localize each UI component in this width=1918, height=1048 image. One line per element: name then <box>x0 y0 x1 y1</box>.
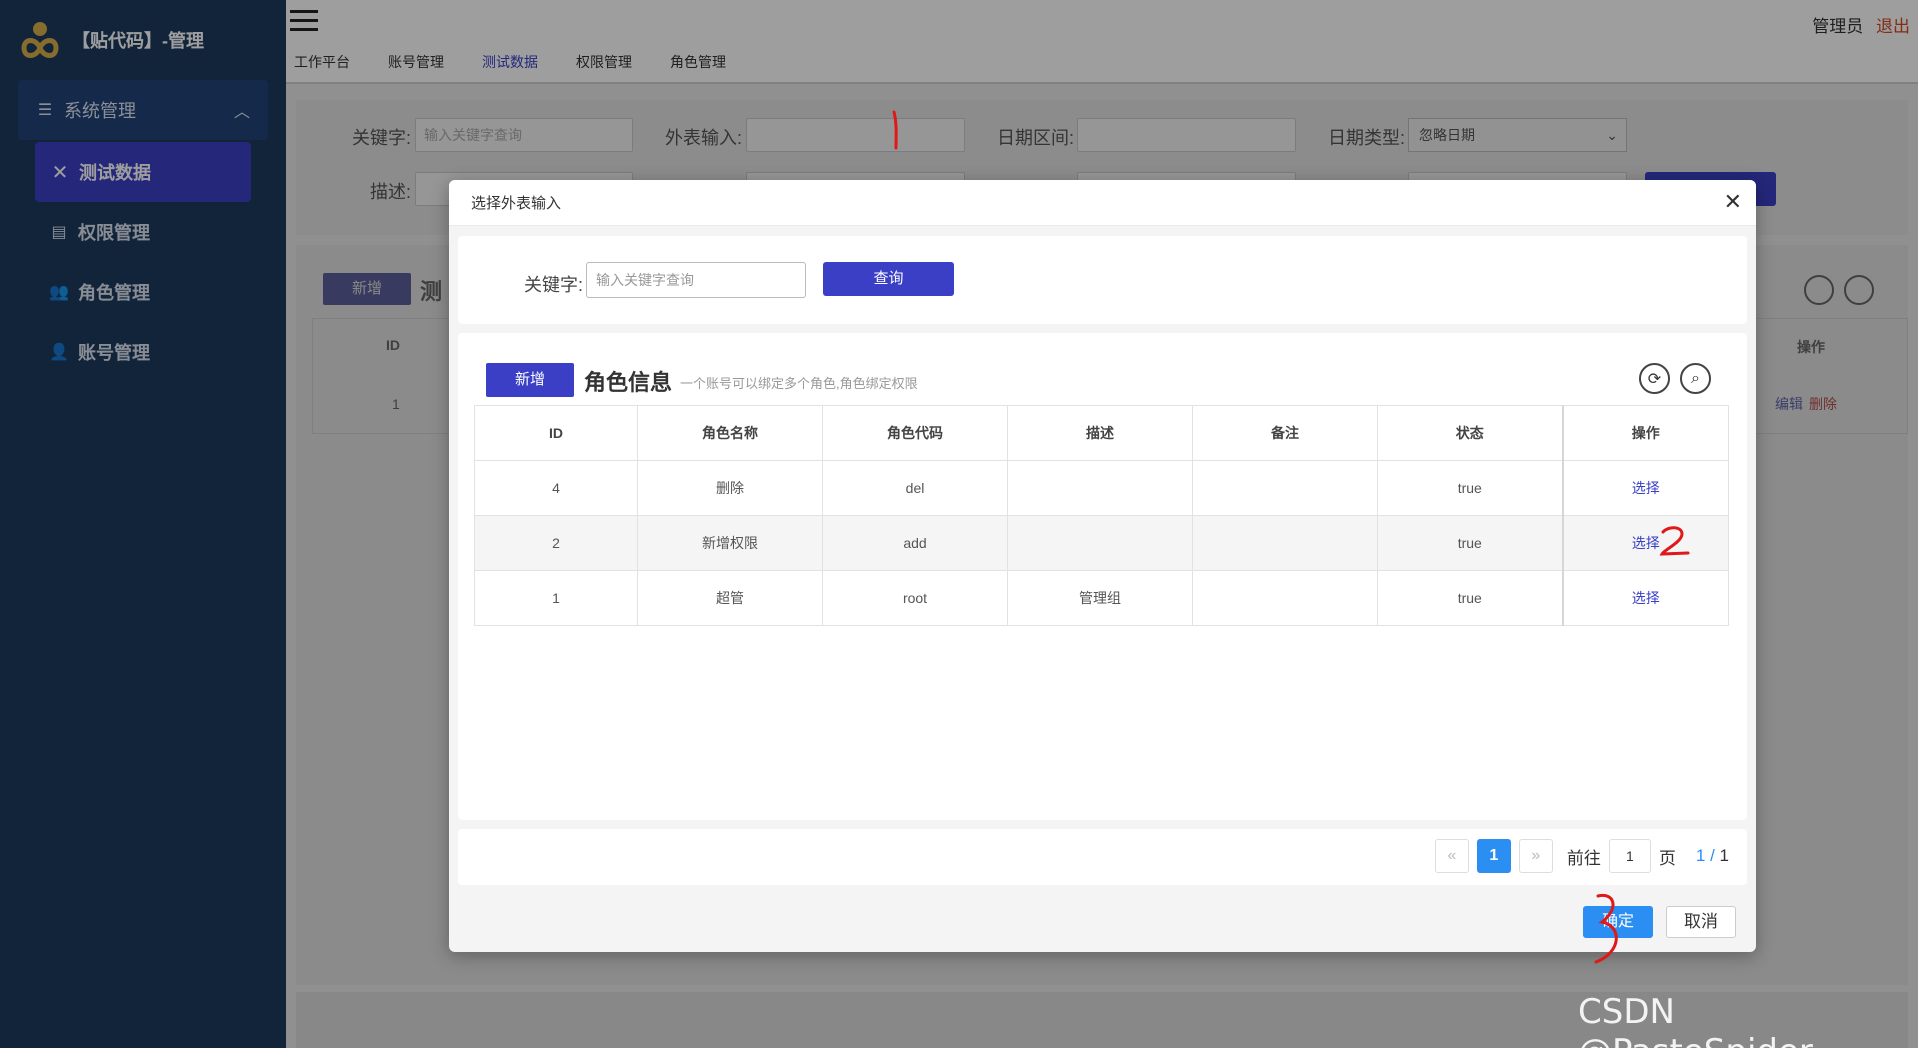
table-row: 4 删除 del true 选择 <box>474 460 1729 516</box>
cell-name: 新增权限 <box>637 515 823 571</box>
modal-keyword-input[interactable]: 输入关键字查询 <box>586 262 806 298</box>
cell-desc: 管理组 <box>1007 570 1193 626</box>
select-link[interactable]: 选择 <box>1561 460 1729 516</box>
modal-pagination-panel: « 1 » 前往 1 页 1 / 1 <box>458 829 1747 885</box>
select-link[interactable]: 选择 <box>1561 515 1729 571</box>
modal-new-button[interactable]: 新增 <box>486 363 574 397</box>
col-id: ID <box>474 405 638 461</box>
watermark: CSDN @PasteSpider <box>1578 992 1813 1048</box>
cell-status: true <box>1377 570 1563 626</box>
pagination: « 1 » 前往 1 页 1 / 1 <box>1434 839 1729 873</box>
cell-code: del <box>822 460 1008 516</box>
cell-name: 超管 <box>637 570 823 626</box>
cell-remark <box>1192 570 1378 626</box>
table-header-row: ID 角色名称 角色代码 描述 备注 状态 操作 <box>474 405 1729 461</box>
close-icon[interactable]: ✕ <box>1724 191 1742 213</box>
select-foreign-modal: 选择外表输入 ✕ 关键字: 输入关键字查询 查询 新增 角色信息 一个账号可以绑… <box>449 180 1756 952</box>
modal-query-button[interactable]: 查询 <box>823 262 954 296</box>
cell-name: 删除 <box>637 460 823 516</box>
table-row: 2 新增权限 add true 选择 <box>474 515 1729 571</box>
confirm-button[interactable]: 确定 <box>1583 906 1653 938</box>
next-page-button[interactable]: » <box>1518 839 1553 873</box>
col-op: 操作 <box>1561 405 1729 461</box>
col-role-name: 角色名称 <box>637 405 823 461</box>
modal-header: 选择外表输入 <box>449 180 1756 226</box>
cell-remark <box>1192 460 1378 516</box>
modal-list-title: 角色信息 <box>584 370 673 395</box>
modal-keyword-label: 关键字: <box>524 275 584 295</box>
search-icon[interactable]: ⌕ <box>1680 363 1711 394</box>
cancel-button[interactable]: 取消 <box>1666 906 1736 938</box>
cell-code: add <box>822 515 1008 571</box>
col-remark: 备注 <box>1192 405 1378 461</box>
page-label: 页 <box>1658 848 1676 868</box>
cell-status: true <box>1377 515 1563 571</box>
cell-id: 1 <box>474 570 638 626</box>
refresh-icon[interactable]: ⟳ <box>1639 363 1670 394</box>
cell-remark <box>1192 515 1378 571</box>
cell-id: 2 <box>474 515 638 571</box>
modal-list-panel: 新增 角色信息 一个账号可以绑定多个角色,角色绑定权限 ⟳ ⌕ ID 角色名称 … <box>458 333 1747 820</box>
modal-title: 选择外表输入 <box>471 195 562 212</box>
col-role-code: 角色代码 <box>822 405 1008 461</box>
page-1-button[interactable]: 1 <box>1476 839 1511 873</box>
modal-list-subtitle: 一个账号可以绑定多个角色,角色绑定权限 <box>680 376 918 391</box>
select-link[interactable]: 选择 <box>1561 570 1729 626</box>
prev-page-button[interactable]: « <box>1434 839 1469 873</box>
cell-desc <box>1007 460 1193 516</box>
cell-status: true <box>1377 460 1563 516</box>
col-status: 状态 <box>1377 405 1563 461</box>
col-desc: 描述 <box>1007 405 1193 461</box>
modal-search-panel: 关键字: 输入关键字查询 查询 <box>458 236 1747 324</box>
goto-page-input[interactable]: 1 <box>1608 839 1651 873</box>
page-total: 1 / 1 <box>1695 846 1729 865</box>
cell-code: root <box>822 570 1008 626</box>
cell-desc <box>1007 515 1193 571</box>
cell-id: 4 <box>474 460 638 516</box>
roles-table: ID 角色名称 角色代码 描述 备注 状态 操作 4 删除 del true 选… <box>474 405 1729 626</box>
table-row: 1 超管 root 管理组 true 选择 <box>474 570 1729 626</box>
goto-label: 前往 <box>1566 848 1601 868</box>
